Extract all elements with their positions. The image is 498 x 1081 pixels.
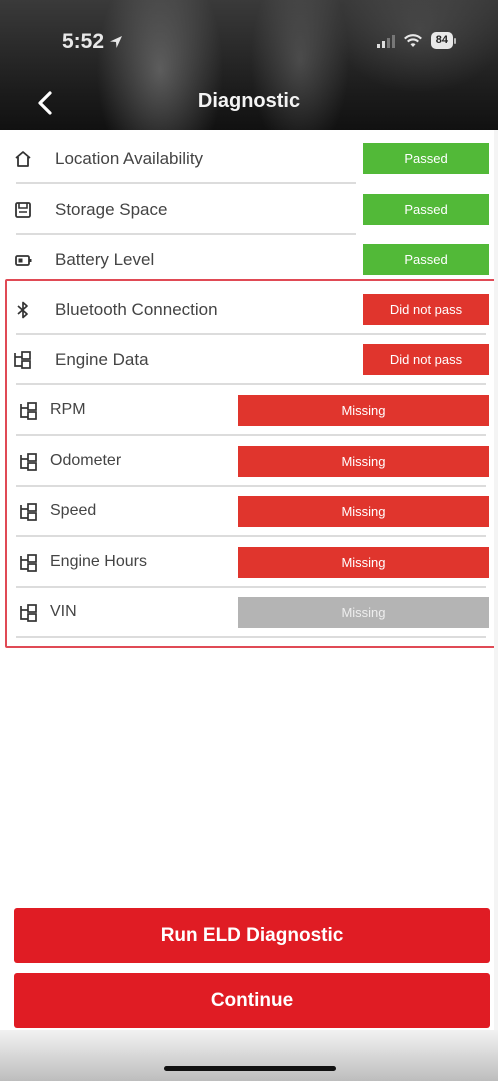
status-badge-failed: Did not pass [363, 344, 489, 375]
check-row-location: Location Availability Passed [10, 134, 492, 184]
check-row-bluetooth: Bluetooth Connection Did not pass [10, 285, 492, 335]
status-badge-passed: Passed [363, 194, 489, 225]
status-badge-passed: Passed [363, 143, 489, 174]
param-label: Engine Hours [50, 553, 147, 570]
engine-data-icon [18, 602, 40, 624]
row-divider [16, 636, 486, 638]
cellular-signal-icon [376, 34, 395, 48]
param-row-vin: VIN Missing [10, 588, 492, 638]
engine-data-icon [12, 349, 34, 371]
status-bar-time: 5:52 [62, 30, 124, 54]
status-badge-passed: Passed [363, 244, 489, 275]
scroll-edge [494, 130, 498, 1030]
check-row-storage: Storage Space Passed [10, 185, 492, 235]
param-row-rpm: RPM Missing [10, 386, 492, 436]
check-row-battery: Battery Level Passed [10, 235, 492, 285]
status-time-text: 5:52 [62, 30, 105, 53]
engine-data-icon [18, 552, 40, 574]
param-label: Odometer [50, 452, 122, 469]
status-badge-missing-disabled: Missing [238, 597, 489, 628]
param-label: Speed [50, 502, 97, 519]
battery-percent: 84 [430, 32, 453, 49]
status-badge-missing: Missing [238, 547, 489, 578]
param-row-speed: Speed Missing [10, 487, 492, 537]
status-badge-missing: Missing [238, 446, 489, 477]
status-bar-indicators: 84 [376, 32, 456, 49]
check-label: Location Availability [55, 149, 204, 168]
engine-data-icon [18, 451, 40, 473]
check-label: Bluetooth Connection [55, 300, 218, 319]
bottom-safe-area [0, 1030, 498, 1081]
home-icon [12, 148, 34, 170]
home-indicator[interactable] [164, 1066, 336, 1071]
storage-icon [12, 199, 34, 221]
status-badge-missing: Missing [238, 395, 489, 426]
page-title: Diagnostic [197, 90, 301, 112]
continue-button[interactable]: Continue [14, 973, 490, 1028]
param-label: RPM [50, 401, 86, 418]
bluetooth-icon [12, 299, 34, 321]
battery-icon [12, 249, 34, 271]
engine-data-icon [18, 400, 40, 422]
navigation-header: 5:52 84 Diagnostic [0, 0, 498, 130]
param-row-engine-hours: Engine Hours Missing [10, 538, 492, 588]
check-row-engine-data: Engine Data Did not pass [10, 335, 492, 385]
run-eld-diagnostic-button[interactable]: Run ELD Diagnostic [14, 908, 490, 963]
check-label: Storage Space [55, 200, 168, 219]
check-label: Battery Level [55, 250, 155, 269]
location-arrow-icon [110, 36, 123, 48]
wifi-icon [403, 33, 422, 47]
param-label: VIN [50, 603, 77, 620]
engine-data-icon [18, 501, 40, 523]
status-badge-missing: Missing [238, 496, 489, 527]
check-label: Engine Data [55, 350, 149, 369]
row-divider [16, 383, 486, 385]
battery-status-icon: 84 [430, 32, 456, 49]
row-divider [16, 535, 486, 537]
row-divider [16, 182, 356, 184]
param-row-odometer: Odometer Missing [10, 437, 492, 487]
status-badge-failed: Did not pass [363, 294, 489, 325]
row-divider [16, 434, 486, 436]
